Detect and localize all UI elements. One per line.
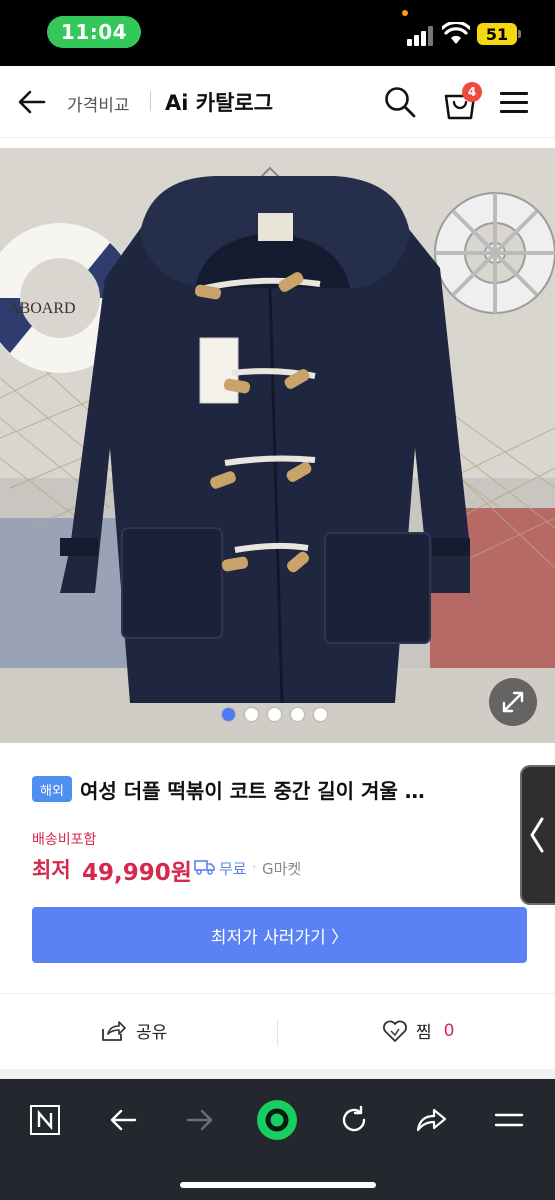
heart-icon	[383, 1020, 407, 1042]
battery-tip	[518, 30, 521, 38]
status-bar: 11:04 51	[0, 0, 555, 66]
refresh-button[interactable]	[331, 1097, 377, 1143]
favorite-count: 0	[443, 1020, 455, 1041]
browser-back-button[interactable]	[100, 1097, 146, 1143]
action-divider	[277, 1020, 278, 1046]
gallery-dot[interactable]	[245, 708, 258, 721]
breadcrumb-divider	[150, 91, 151, 111]
back-arrow-icon	[110, 1109, 137, 1131]
breadcrumb-price-compare[interactable]: 가격비교	[67, 91, 130, 116]
wifi-icon	[442, 22, 470, 44]
browser-menu-button[interactable]	[486, 1097, 532, 1143]
price-value: 49,990원	[82, 860, 192, 886]
cellular-signal-icon	[407, 26, 435, 46]
home-indicator	[180, 1182, 376, 1188]
side-panel-tab[interactable]	[520, 765, 555, 905]
header: 가격비교 Ai 카탈로그 4	[0, 66, 555, 138]
gallery-dot[interactable]	[222, 708, 235, 721]
gallery-pagination	[222, 708, 332, 722]
naver-n-icon	[30, 1105, 60, 1135]
gallery-dot[interactable]	[291, 708, 304, 721]
buy-lowest-price-button[interactable]: 최저가 사러가기 〉	[32, 907, 527, 963]
product-info: 해외 여성 더플 떡볶이 코트 중간 길이 겨울 … 배송비포함 최저 49,9…	[0, 743, 555, 993]
forward-arrow-icon	[186, 1109, 213, 1131]
naver-home-button[interactable]	[22, 1097, 68, 1143]
overseas-badge: 해외	[32, 776, 72, 802]
separator-dot: ·	[252, 858, 257, 876]
battery-indicator: 51	[477, 23, 517, 45]
product-title[interactable]: 여성 더플 떡볶이 코트 중간 길이 겨울 …	[80, 775, 425, 804]
refresh-icon	[342, 1105, 366, 1132]
shipping-included-label: 배송비포함	[32, 832, 97, 848]
share-icon	[102, 1020, 126, 1041]
status-time: 11:04	[47, 16, 141, 48]
truck-icon	[194, 860, 215, 875]
chevron-left-icon	[530, 817, 544, 853]
green-home-button[interactable]	[254, 1097, 300, 1143]
favorite-label: 찜	[416, 1023, 432, 1043]
cart-count-badge: 4	[462, 82, 482, 102]
expand-image-button[interactable]	[489, 678, 537, 726]
share-arrow-icon	[416, 1108, 447, 1132]
search-icon[interactable]	[383, 85, 417, 119]
share-label: 공유	[136, 1023, 168, 1043]
seller-name: G마켓	[262, 860, 302, 878]
lowest-price-label: 최저	[32, 858, 71, 882]
favorite-button[interactable]: 찜 0	[382, 1018, 454, 1043]
gallery-dot[interactable]	[314, 708, 327, 721]
share-button[interactable]: 공유	[100, 1018, 167, 1043]
gallery-dot[interactable]	[268, 708, 281, 721]
share-page-button[interactable]	[408, 1097, 454, 1143]
expand-icon	[502, 691, 524, 713]
back-arrow-icon[interactable]	[16, 86, 48, 118]
product-photo-duffle-coat: ABOARD	[0, 148, 555, 743]
svg-text:ABOARD: ABOARD	[8, 300, 76, 317]
menu-icon	[494, 1113, 524, 1127]
browser-forward-button[interactable]	[177, 1097, 223, 1143]
home-green-circle-icon	[257, 1100, 297, 1140]
breadcrumb-ai-catalog[interactable]: Ai 카탈로그	[165, 87, 273, 117]
section-divider	[0, 1069, 555, 1079]
free-shipping-label: 무료	[219, 860, 247, 878]
share-favorite-bar: 공유 찜 0	[0, 993, 555, 1069]
product-image[interactable]: ABOARD	[0, 148, 555, 743]
privacy-indicator-dot	[402, 10, 408, 16]
hamburger-menu-icon[interactable]	[498, 90, 530, 116]
